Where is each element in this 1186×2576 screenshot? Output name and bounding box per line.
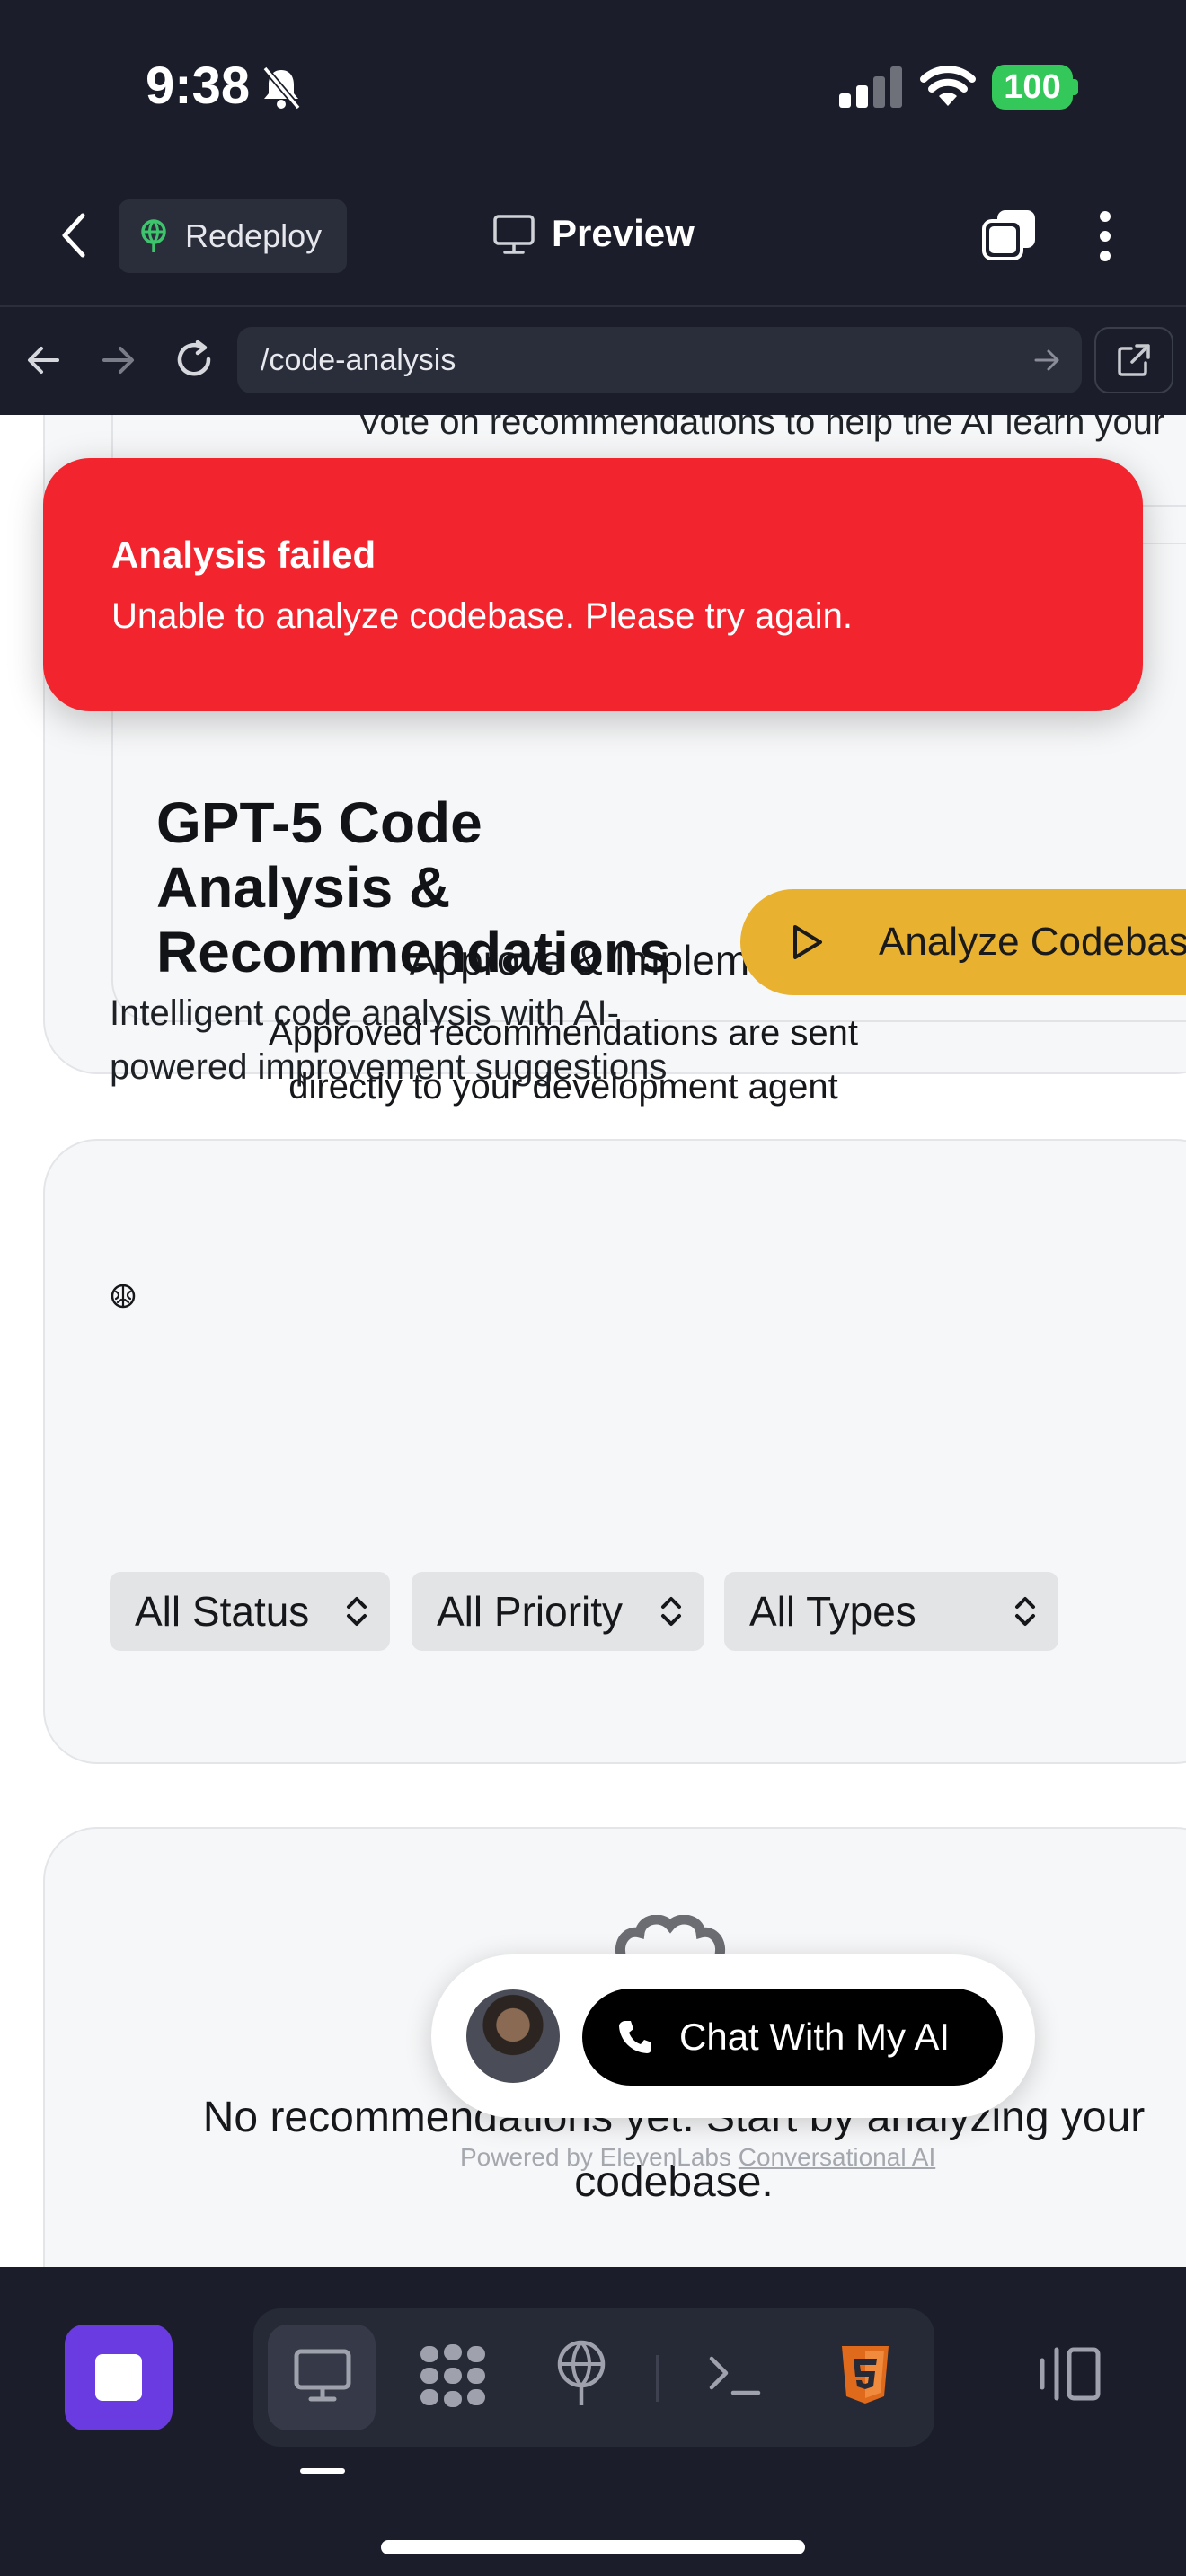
priority-filter-value: All Priority bbox=[437, 1588, 624, 1635]
monitor-tool-icon[interactable] bbox=[293, 2348, 352, 2404]
status-filter-value: All Status bbox=[135, 1588, 310, 1635]
phone-icon bbox=[619, 2021, 651, 2053]
monitor-icon bbox=[493, 215, 535, 254]
toolbar-divider bbox=[656, 2355, 659, 2402]
chevron-updown-icon bbox=[1015, 1597, 1035, 1626]
powered-by-text: Powered by ElevenLabs Conversational AI bbox=[460, 2143, 935, 2172]
types-filter-value: All Types bbox=[749, 1588, 916, 1635]
priority-filter-select[interactable]: All Priority bbox=[412, 1572, 704, 1651]
deploy-icon bbox=[141, 219, 166, 252]
go-arrow-icon[interactable] bbox=[1033, 347, 1062, 374]
types-filter-select[interactable]: All Types bbox=[724, 1572, 1058, 1651]
deploy-tool-icon[interactable] bbox=[553, 2339, 609, 2409]
chevron-updown-icon bbox=[347, 1597, 367, 1626]
analyze-codebase-button[interactable]: Analyze Codebase bbox=[740, 889, 1186, 995]
agent-avatar[interactable] bbox=[464, 1987, 562, 2086]
stop-button[interactable] bbox=[65, 2325, 173, 2430]
signal-icon bbox=[839, 66, 902, 108]
brain-outline-icon bbox=[615, 1915, 725, 1960]
powered-link[interactable]: Conversational AI bbox=[739, 2143, 935, 2171]
redeploy-label: Redeploy bbox=[185, 217, 323, 254]
reload-icon[interactable] bbox=[173, 338, 216, 381]
url-text: /code-analysis bbox=[261, 342, 456, 377]
active-tab-indicator bbox=[300, 2468, 345, 2474]
url-input[interactable]: /code-analysis bbox=[237, 327, 1082, 393]
toast-title: Analysis failed bbox=[111, 534, 376, 576]
tabs-icon[interactable] bbox=[981, 208, 1039, 262]
redeploy-button[interactable]: Redeploy bbox=[119, 199, 347, 273]
terminal-icon[interactable] bbox=[708, 2353, 762, 2398]
analysis-title: GPT-5 Code Analysis & Recommendations bbox=[156, 790, 671, 984]
powered-prefix: Powered by ElevenLabs bbox=[460, 2143, 731, 2171]
play-icon bbox=[793, 925, 822, 959]
bell-slash-icon bbox=[262, 66, 301, 110]
chat-button-label: Chat With My AI bbox=[679, 2016, 951, 2058]
analysis-card bbox=[43, 1139, 1186, 1764]
analysis-subtitle: Intelligent code analysis with AI-powere… bbox=[110, 993, 668, 1087]
home-indicator bbox=[381, 2540, 805, 2554]
status-time: 9:38 bbox=[146, 57, 251, 115]
battery-tip bbox=[1073, 79, 1078, 95]
chat-with-ai-button[interactable]: Chat With My AI bbox=[582, 1989, 1003, 2086]
analyze-button-label: Analyze Codebase bbox=[879, 920, 1186, 964]
browser-forward-icon[interactable] bbox=[101, 343, 137, 377]
html5-icon[interactable] bbox=[839, 2344, 891, 2405]
toast-message: Unable to analyze codebase. Please try a… bbox=[111, 596, 853, 636]
error-toast[interactable] bbox=[43, 458, 1143, 711]
back-chevron-icon[interactable] bbox=[59, 212, 88, 259]
brain-icon bbox=[111, 1284, 136, 1309]
chevron-updown-icon bbox=[661, 1597, 681, 1626]
database-grid-icon[interactable] bbox=[419, 2342, 487, 2409]
wifi-icon bbox=[920, 66, 976, 106]
stop-icon bbox=[95, 2354, 142, 2401]
more-vertical-icon[interactable] bbox=[1098, 210, 1112, 262]
browser-back-icon[interactable] bbox=[25, 343, 61, 377]
preview-title: Preview bbox=[552, 212, 695, 254]
battery-indicator: 100 bbox=[992, 65, 1073, 110]
split-view-icon[interactable] bbox=[1037, 2346, 1102, 2402]
open-external-button[interactable] bbox=[1094, 327, 1173, 393]
status-filter-select[interactable]: All Status bbox=[110, 1572, 390, 1651]
external-link-icon bbox=[1118, 344, 1150, 376]
